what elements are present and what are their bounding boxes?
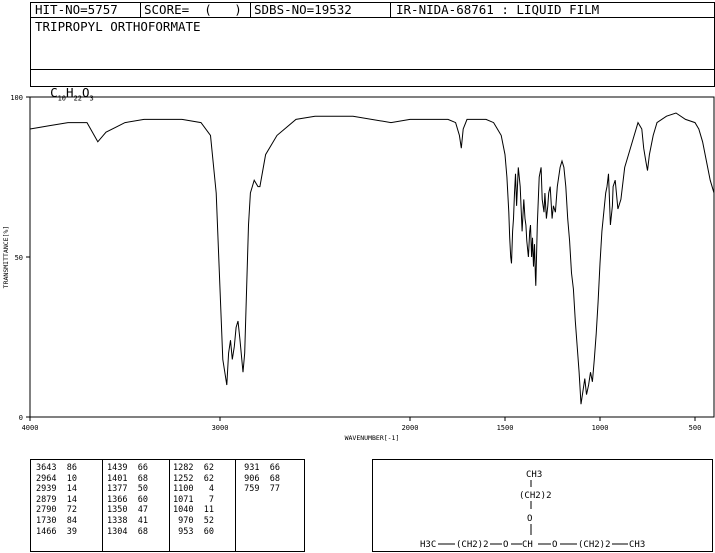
structure-o-top: O (527, 514, 532, 524)
structure-o-right: O (552, 540, 557, 550)
structure-ch: CH (522, 540, 533, 550)
structure-ch3-top: CH3 (526, 470, 542, 480)
structure-ch3-right: CH3 (629, 540, 645, 550)
structure-diagram: CH3 (CH2)2 O H3C (CH2)2 O CH O (CH2)2 CH… (420, 470, 645, 550)
structure-ch2-left: (CH2)2 (456, 540, 489, 550)
structure-ch2-top: (CH2)2 (519, 491, 552, 501)
structure-o-left: O (503, 540, 508, 550)
structure-ch2-right: (CH2)2 (578, 540, 611, 550)
structure-h3c: H3C (420, 540, 436, 550)
